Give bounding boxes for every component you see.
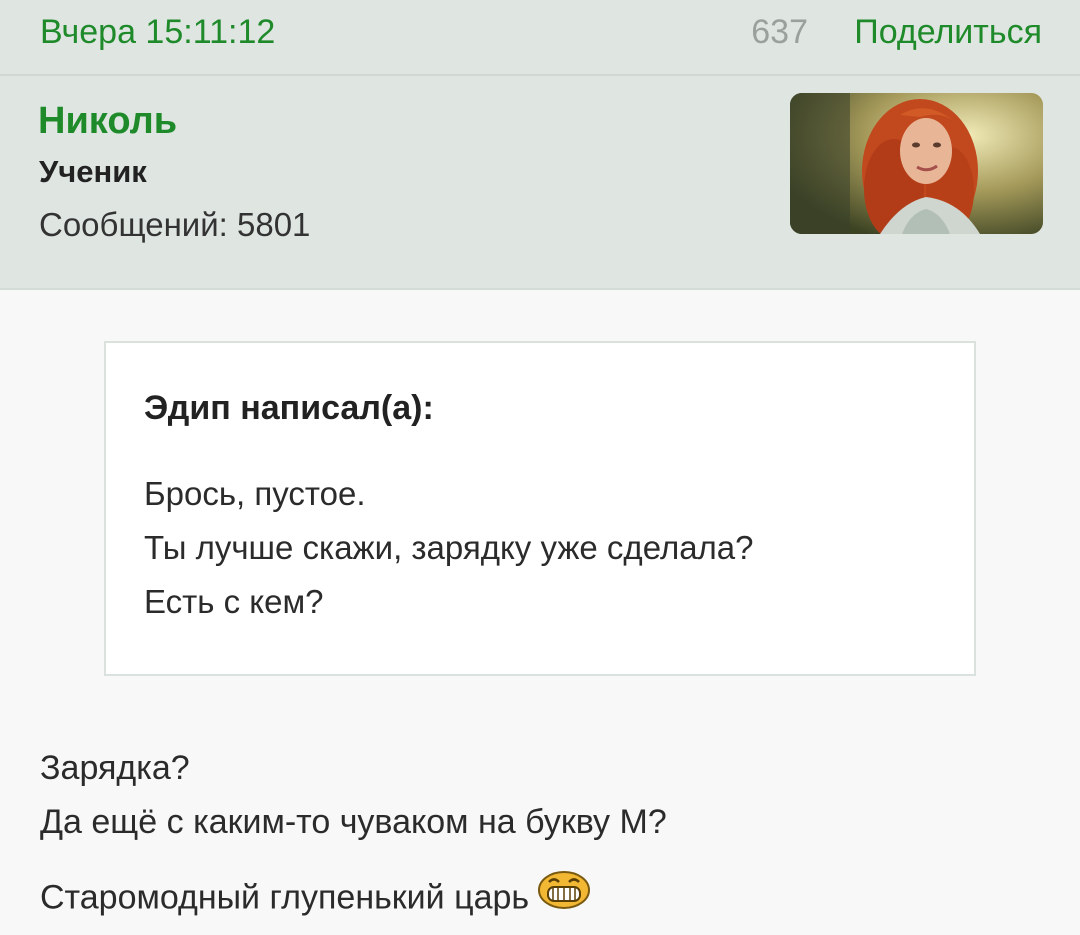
avatar[interactable]	[790, 93, 1043, 234]
author-post-count: Сообщений: 5801	[39, 206, 311, 243]
author-rank: Ученик	[39, 154, 147, 189]
message-line-with-emoji: Старомодный глупенький царь	[40, 871, 591, 925]
avatar-image	[790, 93, 1043, 234]
quote-author: Эдип написал(а):	[144, 389, 434, 427]
post-body: Эдип написал(а): Брось, пустое. Ты лучше…	[0, 290, 1080, 935]
post-topbar: Вчера 15:11:12 637 Поделиться	[0, 0, 1080, 76]
author-name[interactable]: Николь	[38, 98, 177, 144]
view-count: 637	[751, 13, 808, 51]
laughing-smiley-icon	[537, 870, 591, 921]
message-line: Зарядка?	[40, 749, 190, 787]
author-header: Николь Ученик Сообщений: 5801	[0, 76, 1080, 290]
quote-line: Брось, пустое.	[144, 475, 366, 512]
quote-line: Ты лучше скажи, зарядку уже сделала?	[144, 529, 754, 566]
message-text: Старомодный глупенький царь	[40, 878, 530, 917]
quote-line: Есть с кем?	[144, 583, 324, 620]
share-link[interactable]: Поделиться	[854, 10, 1042, 54]
message-line: Да ещё с каким-то чуваком на букву М?	[40, 803, 667, 841]
post-timestamp: Вчера 15:11:12	[40, 13, 276, 51]
quote-block: Эдип написал(а): Брось, пустое. Ты лучше…	[104, 341, 976, 676]
